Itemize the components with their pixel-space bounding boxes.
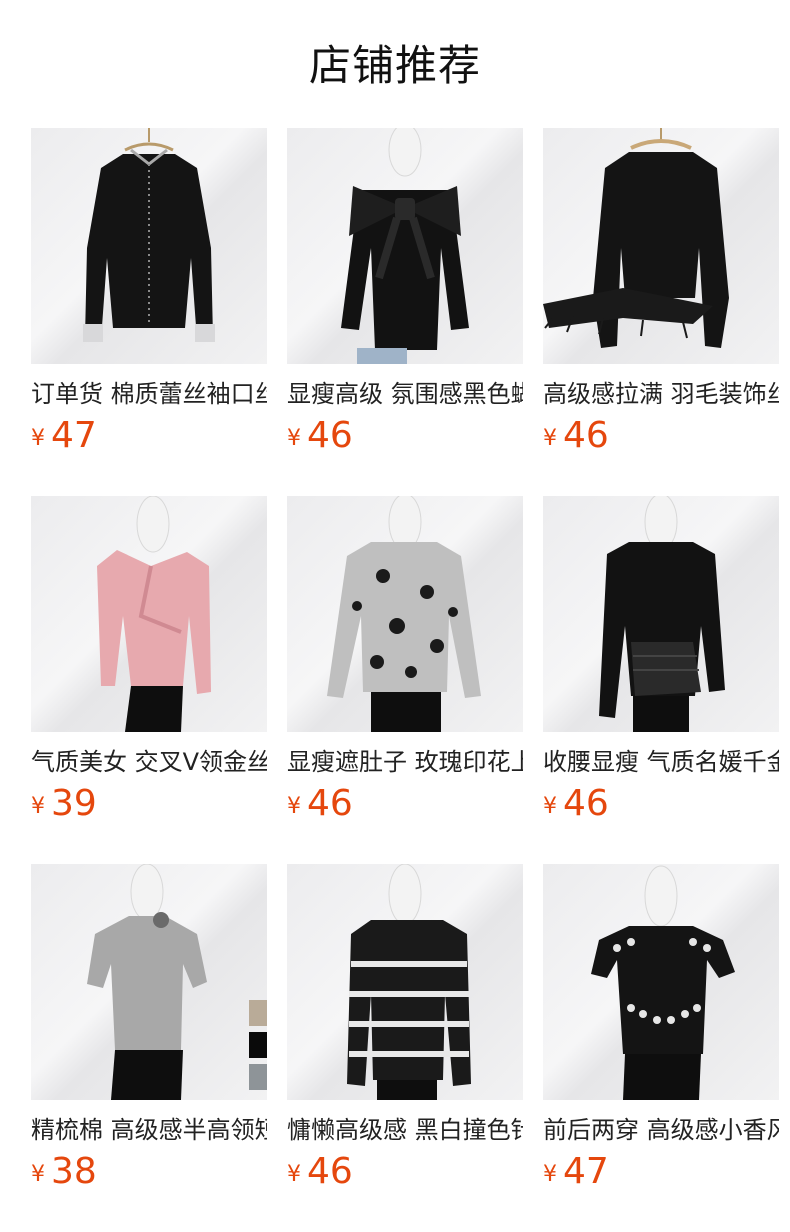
product-card[interactable]: 慵懒高级感 黑白撞色针织开衫 ¥46 xyxy=(287,864,523,1192)
product-name[interactable]: 精梳棉 高级感半高领短袖T恤 xyxy=(31,1114,267,1146)
product-card[interactable]: 前后两穿 高级感小香风针织衫 ¥47 xyxy=(543,864,779,1192)
product-price: ¥47 xyxy=(543,1152,609,1192)
price-value: 46 xyxy=(307,1151,353,1192)
velvet-shirt-icon xyxy=(83,128,215,342)
price-value: 46 xyxy=(563,783,609,824)
price-value: 47 xyxy=(51,415,97,456)
product-price: ¥46 xyxy=(287,416,353,456)
product-name[interactable]: 气质美女 交叉V领金丝绒上衣 xyxy=(31,746,267,778)
currency-symbol: ¥ xyxy=(287,794,301,819)
product-card[interactable]: 显瘦遮肚子 玫瑰印花上衣 ¥46 xyxy=(287,496,523,824)
currency-symbol: ¥ xyxy=(31,426,45,451)
knit-cardigan-icon xyxy=(347,864,471,1100)
price-value: 39 xyxy=(51,783,97,824)
price-value: 46 xyxy=(307,783,353,824)
product-name[interactable]: 显瘦遮肚子 玫瑰印花上衣 xyxy=(287,746,523,778)
product-name[interactable]: 收腰显瘦 气质名媛千金上衣 xyxy=(543,746,779,778)
product-image[interactable] xyxy=(31,128,267,364)
page-title: 店铺推荐 xyxy=(308,41,481,90)
product-name[interactable]: 显瘦高级 氛围感黑色蝴蝶结上衣 xyxy=(287,378,523,410)
product-price: ¥46 xyxy=(543,416,609,456)
product-card[interactable]: 高级感拉满 羽毛装饰丝绒上衣 ¥46 xyxy=(543,128,779,456)
pink-wrap-top-icon xyxy=(97,496,211,732)
currency-symbol: ¥ xyxy=(287,1162,301,1187)
product-card[interactable]: 订单货 棉质蕾丝袖口丝绒衬衫 ¥47 xyxy=(31,128,267,456)
product-image[interactable] xyxy=(287,864,523,1100)
product-image[interactable] xyxy=(287,128,523,364)
product-price: ¥46 xyxy=(543,784,609,824)
currency-symbol: ¥ xyxy=(31,794,45,819)
product-name[interactable]: 慵懒高级感 黑白撞色针织开衫 xyxy=(287,1114,523,1146)
product-image[interactable] xyxy=(31,864,267,1100)
product-card[interactable]: 显瘦高级 氛围感黑色蝴蝶结上衣 ¥46 xyxy=(287,128,523,456)
product-card[interactable]: 收腰显瘦 气质名媛千金上衣 ¥46 xyxy=(543,496,779,824)
black-top-icon xyxy=(599,496,725,732)
feather-top-icon xyxy=(543,128,729,348)
product-price: ¥39 xyxy=(31,784,97,824)
product-name[interactable]: 高级感拉满 羽毛装饰丝绒上衣 xyxy=(543,378,779,410)
price-value: 46 xyxy=(307,415,353,456)
currency-symbol: ¥ xyxy=(287,426,301,451)
product-price: ¥47 xyxy=(31,416,97,456)
bow-top-icon xyxy=(341,128,469,364)
product-price: ¥46 xyxy=(287,784,353,824)
price-value: 46 xyxy=(563,415,609,456)
product-price: ¥46 xyxy=(287,1152,353,1192)
product-name[interactable]: 前后两穿 高级感小香风针织衫 xyxy=(543,1114,779,1146)
floral-top-icon xyxy=(327,496,481,732)
product-name[interactable]: 订单货 棉质蕾丝袖口丝绒衬衫 xyxy=(31,378,267,410)
product-image[interactable] xyxy=(543,128,779,364)
product-price: ¥38 xyxy=(31,1152,97,1192)
currency-symbol: ¥ xyxy=(31,1162,45,1187)
currency-symbol: ¥ xyxy=(543,1162,557,1187)
product-image[interactable] xyxy=(543,496,779,732)
product-image[interactable] xyxy=(543,864,779,1100)
currency-symbol: ¥ xyxy=(543,794,557,819)
product-image[interactable] xyxy=(31,496,267,732)
product-card[interactable]: 精梳棉 高级感半高领短袖T恤 ¥38 xyxy=(31,864,267,1192)
price-value: 47 xyxy=(563,1151,609,1192)
currency-symbol: ¥ xyxy=(543,426,557,451)
tweed-knit-icon xyxy=(591,865,735,1100)
price-value: 38 xyxy=(51,1151,97,1192)
product-card[interactable]: 气质美女 交叉V领金丝绒上衣 ¥39 xyxy=(31,496,267,824)
product-image[interactable] xyxy=(287,496,523,732)
grey-tee-icon xyxy=(87,864,267,1100)
